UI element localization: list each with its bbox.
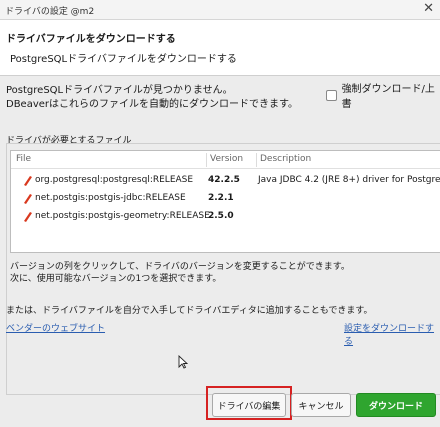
header-title: ドライバファイルをダウンロードする bbox=[6, 34, 176, 45]
download-settings-link[interactable]: 設定をダウンロードする bbox=[344, 321, 440, 347]
file-name: org.postgresql:postgresql:RELEASE bbox=[35, 175, 194, 185]
checkbox-box[interactable] bbox=[326, 89, 337, 101]
header-subtitle: PostgreSQLドライバファイルをダウンロードする bbox=[10, 54, 237, 65]
table-header: File Version Description bbox=[11, 151, 440, 169]
window-title: ドライバの設定 @m2 bbox=[5, 7, 95, 17]
close-icon[interactable]: ✕ bbox=[423, 2, 434, 16]
jar-file-icon bbox=[24, 194, 32, 204]
file-description: Java JDBC 4.2 (JRE 8+) driver for Postgr… bbox=[258, 175, 440, 185]
dialog-header: ドライバファイルをダウンロードする PostgreSQLドライバファイルをダウン… bbox=[0, 20, 440, 76]
vendor-website-link[interactable]: ベンダーのウェブサイト bbox=[6, 321, 105, 334]
version-note-2: 次に、使用可能なバージョンの1つを選択できます。 bbox=[10, 274, 222, 284]
edit-driver-button[interactable]: ドライバの編集 bbox=[212, 393, 286, 417]
column-version[interactable]: Version bbox=[210, 154, 243, 164]
column-description[interactable]: Description bbox=[260, 154, 311, 164]
file-name: net.postgis:postgis-jdbc:RELEASE bbox=[35, 193, 186, 203]
download-button[interactable]: ダウンロード bbox=[356, 393, 436, 417]
file-name: net.postgis:postgis-geometry:RELEASE bbox=[35, 211, 210, 221]
cancel-button[interactable]: キャンセル bbox=[291, 393, 351, 417]
table-row[interactable]: net.postgis:postgis-jdbc:RELEASE 2.2.1 bbox=[11, 190, 440, 208]
jar-file-icon bbox=[24, 212, 32, 222]
table-row[interactable]: net.postgis:postgis-geometry:RELEASE 2.5… bbox=[11, 208, 440, 226]
message-line-2: DBeaverはこれらのファイルを自動的にダウンロードできます。 bbox=[6, 99, 299, 110]
file-version[interactable]: 2.2.1 bbox=[208, 193, 234, 203]
file-version[interactable]: 2.5.0 bbox=[208, 211, 234, 221]
files-table[interactable]: File Version Description org.postgresql:… bbox=[10, 150, 440, 253]
mouse-cursor-icon bbox=[178, 355, 188, 369]
file-version[interactable]: 42.2.5 bbox=[208, 175, 240, 185]
force-download-checkbox[interactable]: 強制ダウンロード/上書 bbox=[326, 80, 440, 110]
message-line-1: PostgreSQLドライバファイルが見つかりません。 bbox=[6, 85, 233, 96]
jar-file-icon bbox=[24, 176, 32, 186]
manual-download-note: または、ドライバファイルを自分で入手してドライバエディタに追加することもできます… bbox=[6, 306, 373, 316]
title-bar: ドライバの設定 @m2 ✕ bbox=[0, 0, 440, 20]
table-row[interactable]: org.postgresql:postgresql:RELEASE 42.2.5… bbox=[11, 172, 440, 190]
force-download-label: 強制ダウンロード/上書 bbox=[341, 84, 435, 110]
column-file[interactable]: File bbox=[16, 154, 31, 164]
